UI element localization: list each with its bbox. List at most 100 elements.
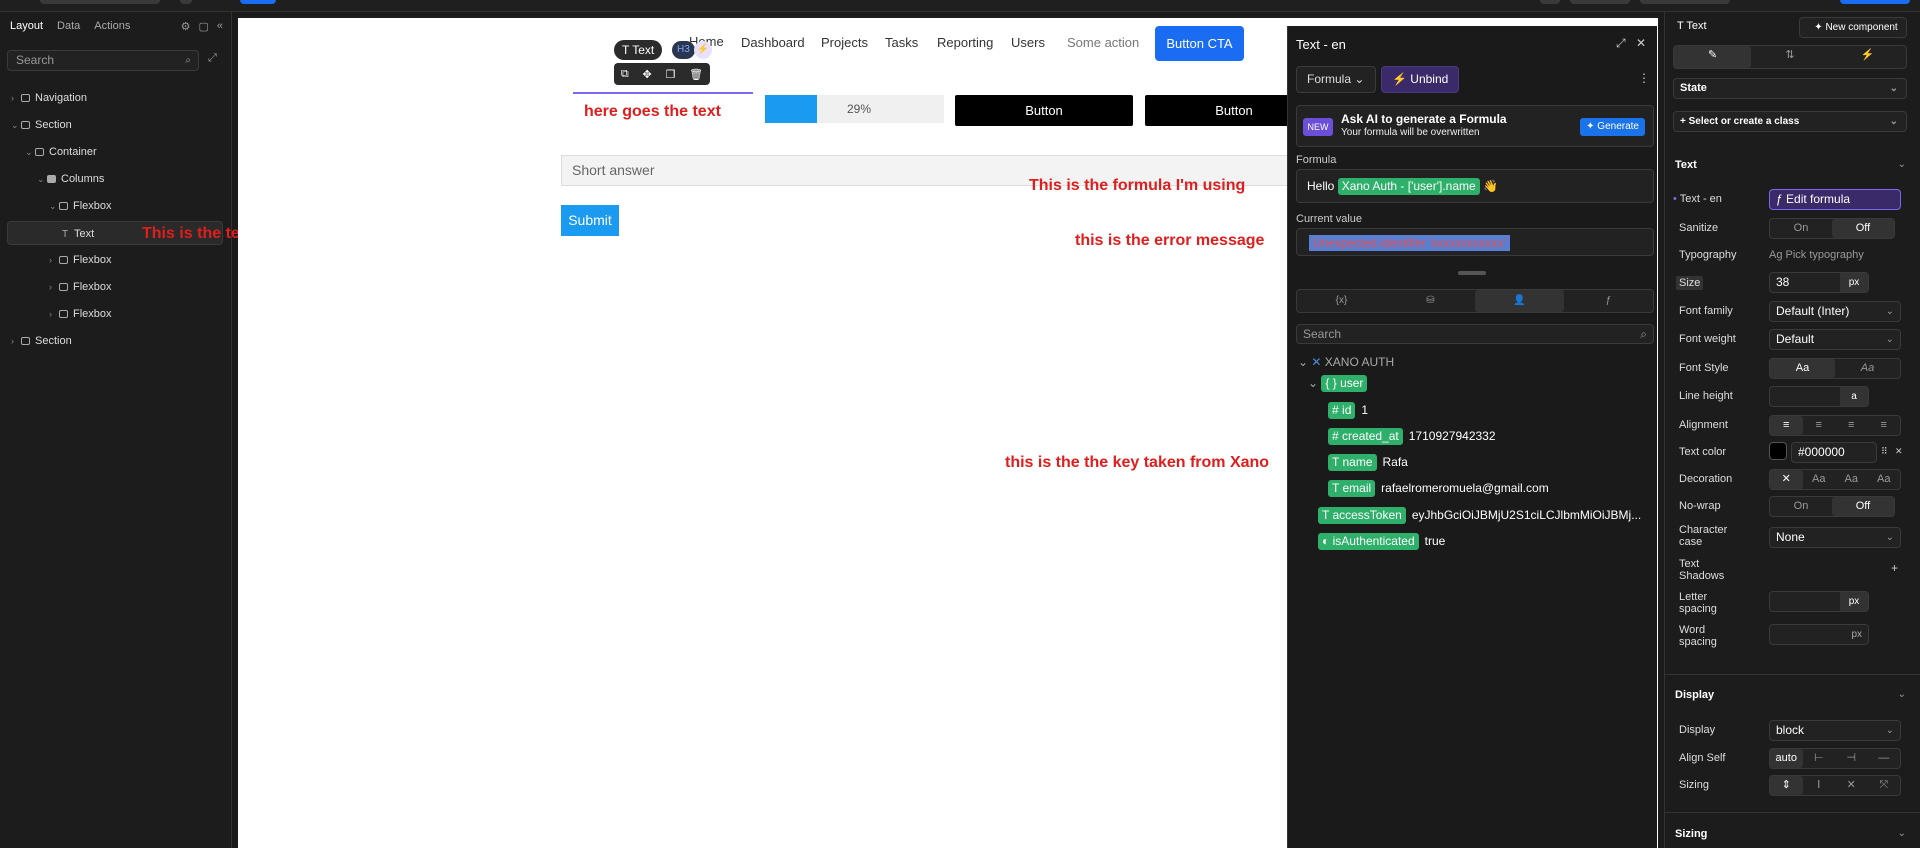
nowrap-toggle[interactable]: On Off [1769,496,1895,517]
settings-icon[interactable]: ⚙ [181,20,191,33]
new-component-button[interactable]: ✦ New component [1799,17,1907,38]
field-chip[interactable]: # created_at [1328,428,1403,445]
xano-auth-group[interactable]: ⌄ ✕ XANO AUTH [1298,355,1394,369]
line-height-input[interactable]: a [1769,386,1869,407]
tree-item-section[interactable]: ⌄ Section [7,113,223,137]
sanitize-toggle[interactable]: On Off [1769,218,1895,239]
typography-picker[interactable]: Ag Pick typography [1769,249,1864,261]
style-italic[interactable]: Aa [1835,359,1900,378]
sizing-fill-icon[interactable]: ⤧ [1868,776,1901,795]
mode-select[interactable]: Formula ⌄ [1296,66,1376,93]
field-chip[interactable]: T accessToken [1318,507,1406,524]
display-section-header[interactable]: Display [1675,689,1714,701]
top-chip[interactable] [1540,0,1560,4]
align-self-toggle[interactable]: auto ⊢ ⊣ — [1769,748,1901,769]
align-center-icon[interactable]: ≡ [1803,416,1836,435]
nav-reporting[interactable]: Reporting [937,35,993,50]
nav-some-action[interactable]: Some action [1067,35,1139,50]
align-right-icon[interactable]: ≡ [1835,416,1868,435]
expand-icon[interactable]: ⤢ [208,52,217,65]
sizing-section-header[interactable]: Sizing [1675,828,1707,840]
collapse-icon[interactable]: « [217,20,223,33]
settings-tab[interactable]: ⇅ [1751,46,1828,68]
window-icon[interactable]: ▢ [198,20,208,33]
variables-tab[interactable]: {x} [1297,290,1386,312]
generate-button[interactable]: ✦ Generate [1580,118,1645,136]
chevron-down-icon[interactable]: ⌄ [1898,689,1906,700]
field-access-token[interactable]: T accessToken eyJhbGciOiJBMjU2S1ciLCJlbmM… [1318,507,1653,524]
element-toolbar-label[interactable]: T Text [614,40,663,60]
state-select[interactable]: State ⌄ [1673,78,1907,99]
top-chip[interactable] [180,0,192,4]
more-icon[interactable]: ⋮ [1638,71,1650,85]
top-chip[interactable] [1570,0,1630,4]
binding-icon[interactable]: ⚡ [694,41,712,59]
tree-item-navigation[interactable]: › Navigation [7,86,223,110]
option-off[interactable]: Off [1832,497,1894,516]
font-family-select[interactable]: Default (Inter) ⌄ [1769,301,1901,322]
heading-badge[interactable]: H3 [672,41,695,59]
tree-item-flexbox[interactable]: › Flexbox [7,275,223,299]
field-created-at[interactable]: # created_at 1710927942332 [1328,428,1496,445]
decoration-toggle[interactable]: ✕ Aa Aa Aa [1769,469,1901,490]
top-chip[interactable] [40,0,160,4]
size-unit[interactable]: px [1840,273,1868,292]
add-icon[interactable]: + [1891,561,1898,575]
button-1[interactable]: Button [955,95,1133,126]
no-decoration-icon[interactable]: ✕ [1770,470,1803,489]
field-id[interactable]: # id 1 [1328,402,1368,419]
option-on[interactable]: On [1770,497,1832,516]
data-search-input[interactable]: Search ⌕ [1296,324,1654,344]
font-weight-select[interactable]: Default ⌄ [1769,329,1901,350]
style-tab[interactable]: ✎ [1674,46,1752,68]
top-chip[interactable] [1840,0,1910,4]
align-start-icon[interactable]: ⊢ [1803,749,1836,768]
chevron-down-icon[interactable]: ⌄ [1898,828,1906,839]
word-spacing-input[interactable]: px [1769,624,1869,645]
tree-item-flexbox[interactable]: › Flexbox [7,302,223,326]
align-auto[interactable]: auto [1770,749,1803,768]
resize-handle[interactable] [1458,271,1486,275]
field-chip[interactable]: T name [1328,454,1377,471]
nav-users[interactable]: Users [1011,35,1045,50]
option-off[interactable]: Off [1832,219,1894,238]
cta-button[interactable]: Button CTA [1155,26,1244,61]
word-spacing-unit[interactable]: px [1851,625,1862,644]
class-select[interactable]: + Select or create a class ⌄ [1673,111,1907,132]
wrap-icon[interactable]: ⧉ [621,68,629,81]
tree-item-container[interactable]: ⌄ Container [7,140,223,164]
char-case-select[interactable]: None ⌄ [1769,527,1901,548]
submit-button[interactable]: Submit [561,205,619,236]
tab-data[interactable]: Data [57,20,80,32]
text-section-header[interactable]: Text [1675,159,1697,171]
field-chip[interactable]: ◐ isAuthenticated [1318,533,1419,550]
formula-variable-chip[interactable]: Xano Auth - ['user'].name [1337,178,1480,195]
formula-editor[interactable]: Hello Xano Auth - ['user'].name 👋 [1296,169,1654,203]
user-object[interactable]: ⌄ { } user [1308,375,1368,392]
letter-spacing-input[interactable]: px [1769,591,1869,612]
text-color-input[interactable]: #000000 [1791,442,1877,463]
align-left-icon[interactable]: ≡ [1770,416,1803,435]
sizing-toggle[interactable]: ⇕ Ⅰ ✕ ⤧ [1769,775,1901,796]
tree-item-columns[interactable]: ⌄ Columns [7,167,223,191]
field-chip[interactable]: # id [1328,402,1356,419]
alignment-toggle[interactable]: ≡ ≡ ≡ ≡ [1769,415,1901,436]
top-chip[interactable] [1640,0,1730,4]
font-style-toggle[interactable]: Aa Aa [1769,358,1901,379]
color-swatch[interactable] [1769,442,1787,460]
database-tab[interactable]: ⛁ [1386,290,1475,312]
tree-item-flexbox[interactable]: ⌄ Flexbox [7,194,223,218]
nav-dashboard[interactable]: Dashboard [741,35,805,50]
tab-actions[interactable]: Actions [94,20,130,32]
field-chip[interactable]: T email [1328,480,1376,497]
tree-item-section[interactable]: › Section [7,329,223,353]
sizing-none-icon[interactable]: ✕ [1835,776,1868,795]
align-justify-icon[interactable]: ≡ [1868,416,1901,435]
underline-icon[interactable]: Aa [1803,470,1836,489]
close-icon[interactable]: ✕ [1636,36,1646,50]
close-icon[interactable]: ✕ [1895,446,1903,457]
layers-search-input[interactable]: Search ⌕ [7,50,199,71]
nav-tasks[interactable]: Tasks [885,35,918,50]
trash-icon[interactable]: 🗑 [689,68,703,81]
field-is-authenticated[interactable]: ◐ isAuthenticated true [1318,533,1445,550]
